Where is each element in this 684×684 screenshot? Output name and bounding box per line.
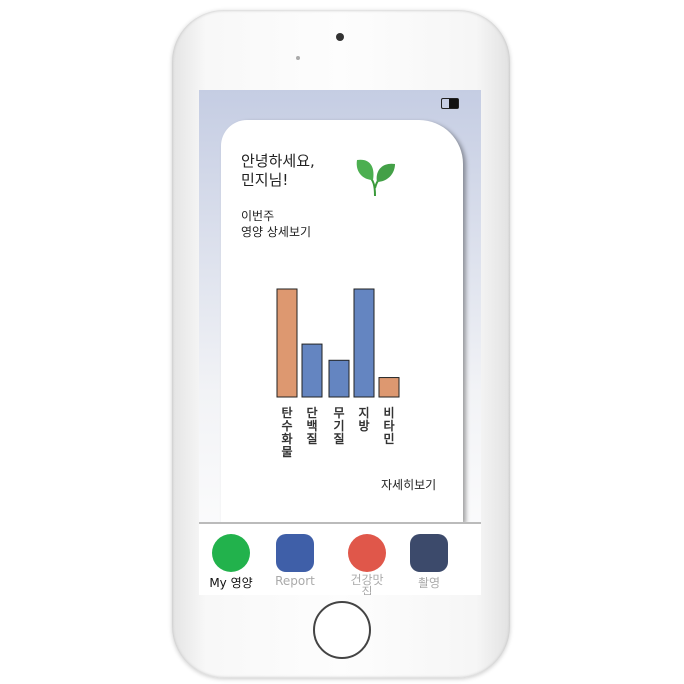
- x-tick-label: 탄수화물: [281, 406, 293, 459]
- battery-icon: [441, 98, 459, 109]
- camera-icon: [410, 534, 448, 572]
- nav-label: 건강맛집: [350, 573, 384, 595]
- details-link[interactable]: 자세히보기: [381, 476, 436, 493]
- nav-item-1[interactable]: Report: [265, 534, 325, 588]
- nav-item-3[interactable]: 촬영: [399, 534, 459, 591]
- bar-3: [353, 288, 375, 398]
- x-tick-label: 단백질: [306, 406, 318, 446]
- nav-label: Report: [275, 574, 315, 588]
- lemon-icon: [212, 534, 250, 572]
- report-icon: [276, 534, 314, 572]
- nav-item-2[interactable]: 건강맛집: [337, 534, 397, 595]
- bottom-nav: My 영양 Report 건강맛집 촬영: [199, 522, 481, 595]
- home-button[interactable]: [313, 601, 371, 659]
- nav-label: My 영양: [209, 576, 253, 590]
- bar-0: [276, 288, 298, 398]
- x-tick-label: 지방: [358, 406, 370, 433]
- nav-item-0[interactable]: My 영양: [201, 534, 261, 591]
- app-screen: 안녕하세요, 민지님! 이번주 영양 상세보기 탄수화물 단백질 무기질 지방 비타민 자세…: [199, 90, 481, 595]
- nutrition-card: 안녕하세요, 민지님! 이번주 영양 상세보기 탄수화물 단백질 무기질 지방 비타민 자세…: [221, 120, 463, 522]
- front-camera: [336, 33, 344, 41]
- bar-2: [328, 359, 350, 398]
- x-tick-label: 무기질: [333, 406, 345, 446]
- bar-4: [378, 377, 400, 398]
- sensor: [296, 56, 300, 60]
- dish-icon: [348, 534, 386, 572]
- nav-label: 촬영: [417, 576, 441, 590]
- x-tick-label: 비타민: [383, 406, 395, 446]
- bar-1: [301, 343, 323, 398]
